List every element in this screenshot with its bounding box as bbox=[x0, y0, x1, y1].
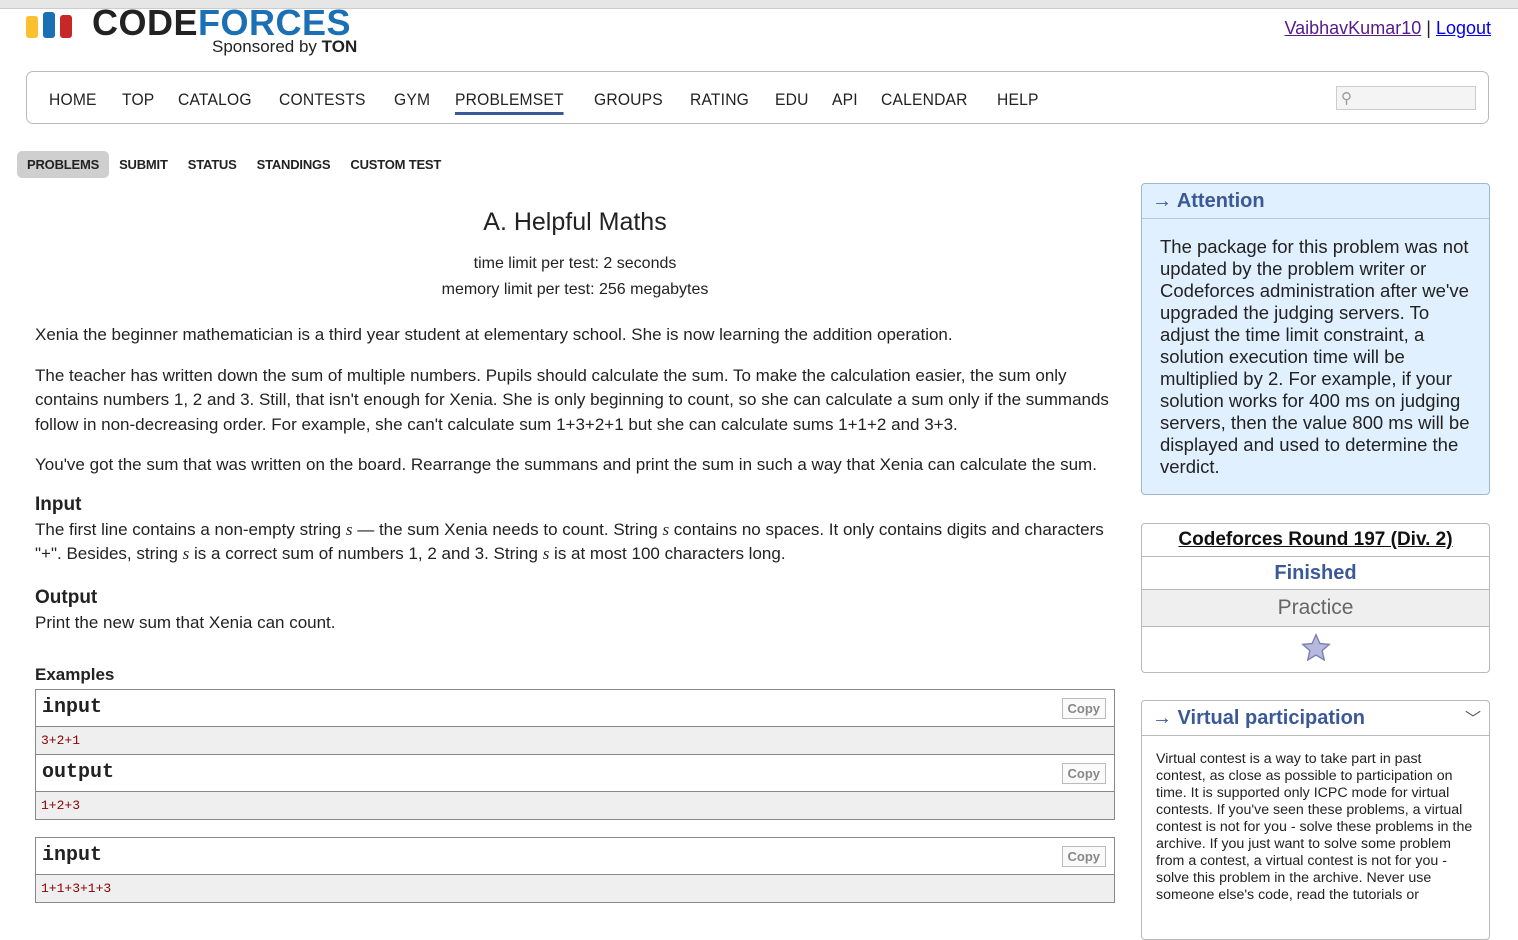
virtual-text: Virtual contest is a way to take part in… bbox=[1156, 751, 1473, 903]
copy-button[interactable]: Copy bbox=[1061, 846, 1106, 867]
submenu-item-custom-test[interactable]: CUSTOM TEST bbox=[340, 151, 451, 178]
copy-button[interactable]: Copy bbox=[1061, 763, 1106, 784]
menu-item-contests[interactable]: CONTESTS bbox=[279, 90, 366, 115]
logout-link[interactable]: Logout bbox=[1436, 18, 1491, 38]
round-mode: Practice bbox=[1142, 590, 1489, 627]
attention-title: → Attention bbox=[1142, 184, 1489, 219]
favorite-row bbox=[1142, 627, 1489, 671]
menu-item-top[interactable]: TOP bbox=[122, 90, 154, 115]
problem-statement: A. Helpful Maths time limit per test: 2 … bbox=[35, 200, 1115, 903]
round-status: Finished bbox=[1142, 557, 1489, 590]
example-2: input Copy 1+1+3+1+3 bbox=[35, 837, 1115, 903]
menu-item-calendar[interactable]: CALENDAR bbox=[881, 90, 968, 115]
menu-item-groups[interactable]: GROUPS bbox=[594, 90, 663, 115]
menu-item-catalog[interactable]: CATALOG bbox=[178, 90, 252, 115]
statement-paragraph: Xenia the beginner mathematician is a th… bbox=[35, 325, 953, 344]
menu-item-problemset[interactable]: PROBLEMSET bbox=[454, 90, 564, 115]
submenu-item-standings[interactable]: STANDINGS bbox=[247, 151, 341, 178]
example-input-header: input Copy bbox=[36, 838, 1114, 875]
chevron-down-icon[interactable]: ﹀ bbox=[1465, 703, 1481, 737]
statement-paragraph: You've got the sum that was written on t… bbox=[35, 455, 1097, 474]
menu-item-edu[interactable]: EDU bbox=[775, 90, 809, 115]
example-1: input Copy 3+2+1 output Copy 1+2+3 bbox=[35, 689, 1115, 820]
menu-item-gym[interactable]: GYM bbox=[394, 90, 430, 115]
star-icon[interactable] bbox=[1300, 632, 1332, 664]
example-input-header: input Copy bbox=[36, 690, 1114, 727]
contest-round-box: Codeforces Round 197 (Div. 2) Finished P… bbox=[1141, 523, 1490, 673]
example-output-text: 1+2+3 bbox=[36, 792, 1114, 819]
example-input-text: 3+2+1 bbox=[36, 727, 1114, 755]
menu-item-api[interactable]: API bbox=[832, 90, 858, 115]
problem-limits: time limit per test: 2 seconds memory li… bbox=[35, 251, 1115, 303]
magnifier-icon: ⚲ bbox=[1341, 90, 1352, 107]
submenu-item-status[interactable]: STATUS bbox=[178, 151, 247, 178]
submenu-item-problems[interactable]: PROBLEMS bbox=[17, 151, 110, 178]
memory-limit: memory limit per test: 256 megabytes bbox=[441, 281, 709, 298]
example-input-text: 1+1+3+1+3 bbox=[36, 875, 1114, 902]
menu-item-home[interactable]: HOME bbox=[49, 90, 97, 115]
time-limit: time limit per test: 2 seconds bbox=[473, 255, 677, 272]
attention-box: → Attention The package for this problem… bbox=[1141, 183, 1490, 495]
copy-button[interactable]: Copy bbox=[1061, 698, 1106, 719]
problemset-submenu: PROBLEMS SUBMIT STATUS STANDINGS CUSTOM TEST bbox=[17, 151, 451, 178]
problem-title: A. Helpful Maths bbox=[483, 208, 667, 236]
search-input[interactable]: ⚲ bbox=[1336, 86, 1476, 110]
virtual-participation-box: → Virtual participation ﹀ Virtual contes… bbox=[1141, 700, 1490, 940]
input-spec: The first line contains a non-empty stri… bbox=[35, 519, 1104, 564]
examples-title: Examples bbox=[35, 665, 115, 684]
output-section-title: Output bbox=[35, 586, 98, 608]
menu-item-help[interactable]: HELP bbox=[997, 90, 1039, 115]
example-output-header: output Copy bbox=[36, 755, 1114, 792]
round-name-link[interactable]: Codeforces Round 197 (Div. 2) bbox=[1142, 524, 1489, 557]
username-link[interactable]: VaibhavKumar10 bbox=[1284, 18, 1421, 38]
sponsor-line: Sponsored by TON bbox=[212, 37, 358, 56]
input-section-title: Input bbox=[35, 493, 82, 515]
user-links: VaibhavKumar10 | Logout bbox=[1284, 18, 1491, 38]
logo-bars-icon bbox=[26, 12, 80, 38]
main-menu: HOME TOP CATALOG CONTESTS GYM PROBLEMSET GROUP… bbox=[26, 71, 1489, 124]
menu-item-rating[interactable]: RATING bbox=[690, 90, 749, 115]
attention-text: The package for this problem was not upd… bbox=[1160, 236, 1470, 477]
virtual-title[interactable]: → Virtual participation ﹀ bbox=[1142, 701, 1489, 736]
statement-paragraph: The teacher has written down the sum of … bbox=[35, 365, 1109, 434]
submenu-item-submit[interactable]: SUBMIT bbox=[109, 151, 178, 178]
output-spec: Print the new sum that Xenia can count. bbox=[35, 612, 336, 632]
